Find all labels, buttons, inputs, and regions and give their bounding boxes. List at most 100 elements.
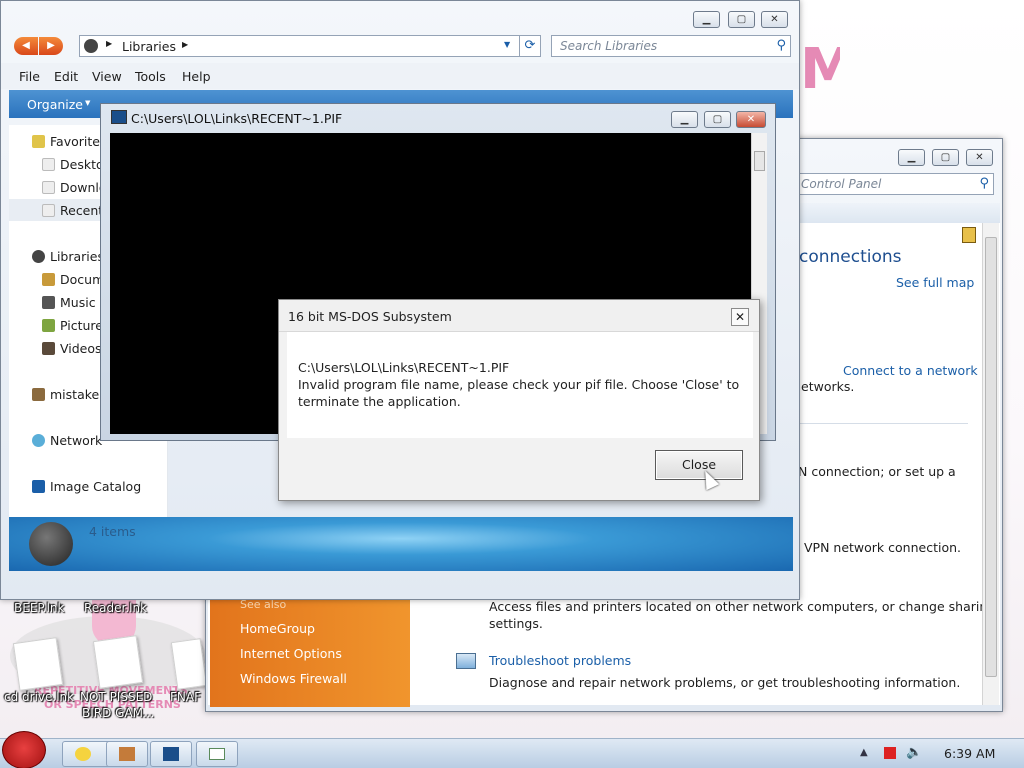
menu-file[interactable]: File — [19, 69, 40, 84]
search-input[interactable]: Search Libraries ⚲ — [551, 35, 791, 57]
desktop-icon-bird-game-label[interactable]: BIRD GAM... — [82, 706, 154, 720]
control-panel-search[interactable]: Control Panel ⚲ — [798, 173, 994, 195]
minimize-button[interactable]: ▁ — [693, 11, 720, 28]
close-button[interactable]: ✕ — [736, 111, 766, 128]
start-button[interactable] — [2, 731, 46, 768]
action-center-icon[interactable] — [884, 747, 896, 759]
maximize-button[interactable]: ▢ — [728, 11, 755, 28]
close-icon[interactable]: ✕ — [731, 308, 749, 326]
nav-image-catalog[interactable]: Image Catalog — [32, 479, 141, 494]
homegroup-link[interactable]: HomeGroup — [240, 621, 315, 636]
nav-network[interactable]: Network — [32, 433, 102, 448]
details-pane: 4 items — [9, 517, 793, 571]
nav-documents[interactable]: Docum — [42, 272, 104, 287]
menu-tools[interactable]: Tools — [135, 69, 166, 84]
wallpaper-letter-m: M — [800, 40, 840, 100]
libraries-icon — [84, 39, 98, 53]
folder-icon — [42, 204, 55, 217]
nav-desktop[interactable]: Deskto — [42, 157, 104, 172]
network-heading: connections — [799, 247, 902, 267]
videos-icon — [42, 342, 55, 355]
desktop-icon-not-pissed-label[interactable]: NOT PISSED — [80, 690, 152, 704]
image-catalog-icon — [32, 480, 45, 493]
windows-firewall-link[interactable]: Windows Firewall — [240, 671, 347, 686]
volume-icon[interactable]: 🔈 — [906, 745, 922, 760]
close-button[interactable]: ✕ — [761, 11, 788, 28]
vertical-scrollbar[interactable] — [982, 223, 999, 705]
nav-libraries[interactable]: Libraries — [32, 249, 104, 264]
scroll-thumb[interactable] — [754, 151, 765, 171]
search-icon[interactable]: ⚲ — [776, 38, 786, 53]
refresh-button[interactable]: ⟳ — [519, 35, 541, 57]
nav-mistake[interactable]: mistake — [32, 387, 99, 402]
chevron-right-icon[interactable]: ▶ — [182, 40, 188, 49]
show-hidden-icons-button[interactable]: ▲ — [860, 747, 868, 758]
message-line-2: Invalid program file name, please check … — [298, 377, 740, 392]
maximize-button[interactable]: ▢ — [704, 111, 731, 128]
folder-icon — [42, 158, 55, 171]
minimize-button[interactable]: ▁ — [898, 149, 925, 166]
access-files-text-2: settings. — [489, 616, 543, 631]
star-icon — [32, 135, 45, 148]
desktop-icon-cd-drive[interactable] — [12, 637, 64, 691]
folder-icon — [75, 747, 91, 761]
networks-text: etworks. — [801, 379, 855, 394]
menu-edit[interactable]: Edit — [54, 69, 78, 84]
desktop-icon-fnaf-label[interactable]: FNAF — [170, 690, 204, 704]
network-icon — [32, 434, 45, 447]
chevron-down-icon[interactable]: ▼ — [504, 40, 510, 49]
dos-window-icon — [111, 110, 127, 124]
desktop-icon-beep-label[interactable]: BEEP.lnk — [14, 601, 64, 615]
address-bar[interactable]: ▶ Libraries ▶ ▼ — [79, 35, 541, 57]
menu-help[interactable]: Help — [182, 69, 211, 84]
dialog-titlebar: 16 bit MS-DOS Subsystem ✕ — [279, 300, 759, 332]
access-files-text-1: Access files and printers located on oth… — [489, 599, 996, 614]
desktop-icon-reader-label[interactable]: Reader.lnk — [84, 601, 147, 615]
documents-icon — [42, 273, 55, 286]
chevron-right-icon[interactable]: ▶ — [106, 39, 112, 48]
control-panel-see-also: See also HomeGroup Internet Options Wind… — [210, 598, 410, 707]
desktop-icon-cd-drive-label[interactable]: cd drive.lnk — [4, 690, 74, 704]
nav-videos[interactable]: Videos — [42, 341, 102, 356]
menu-view[interactable]: View — [92, 69, 122, 84]
nav-favorites[interactable]: Favorites — [32, 134, 106, 149]
minimize-button[interactable]: ▁ — [671, 111, 698, 128]
breadcrumb-libraries[interactable]: Libraries — [122, 39, 176, 54]
search-placeholder: Search Libraries — [560, 39, 658, 53]
forward-button[interactable]: ▶ — [39, 37, 63, 55]
item-count: 4 items — [89, 524, 136, 539]
clock[interactable]: 6:39 AM — [944, 746, 995, 761]
taskbar-app-2[interactable] — [106, 741, 148, 767]
nav-music[interactable]: Music — [42, 295, 96, 310]
close-button[interactable]: ✕ — [966, 149, 993, 166]
desktop-icon-not-pissed[interactable] — [92, 635, 144, 689]
troubleshoot-icon — [456, 653, 476, 669]
search-placeholder: Control Panel — [801, 177, 882, 191]
maximize-button[interactable]: ▢ — [932, 149, 959, 166]
window-icon — [209, 748, 225, 760]
dialog-title: 16 bit MS-DOS Subsystem — [288, 309, 452, 324]
troubleshoot-problems-link[interactable]: Troubleshoot problems — [489, 653, 631, 668]
menu-bar: File Edit View Tools Help — [1, 63, 799, 89]
libraries-icon — [32, 250, 45, 263]
taskbar-dos-console[interactable] — [150, 741, 192, 767]
message-line-1: C:\Users\LOL\Links\RECENT~1.PIF — [298, 360, 510, 375]
help-icon[interactable] — [962, 227, 976, 243]
see-full-map-link[interactable]: See full map — [896, 275, 974, 290]
error-dialog[interactable]: 16 bit MS-DOS Subsystem ✕ C:\Users\LOL\L… — [278, 299, 760, 501]
back-button[interactable]: ◀ — [14, 37, 38, 55]
chevron-down-icon[interactable]: ▼ — [85, 99, 90, 107]
app-icon — [119, 747, 135, 761]
music-icon — [42, 296, 55, 309]
organize-button[interactable]: Organize — [27, 97, 83, 112]
divider — [800, 423, 968, 424]
dos-window-title: C:\Users\LOL\Links\RECENT~1.PIF — [131, 111, 343, 126]
search-icon[interactable]: ⚲ — [979, 176, 989, 191]
internet-options-link[interactable]: Internet Options — [240, 646, 342, 661]
troubleshoot-description: Diagnose and repair network problems, or… — [489, 675, 961, 690]
connect-to-network-link[interactable]: Connect to a network — [843, 363, 978, 378]
pictures-icon — [42, 319, 55, 332]
taskbar-control-panel[interactable] — [196, 741, 238, 767]
desktop-icon-fnaf[interactable] — [170, 638, 208, 690]
scroll-thumb[interactable] — [985, 237, 997, 677]
